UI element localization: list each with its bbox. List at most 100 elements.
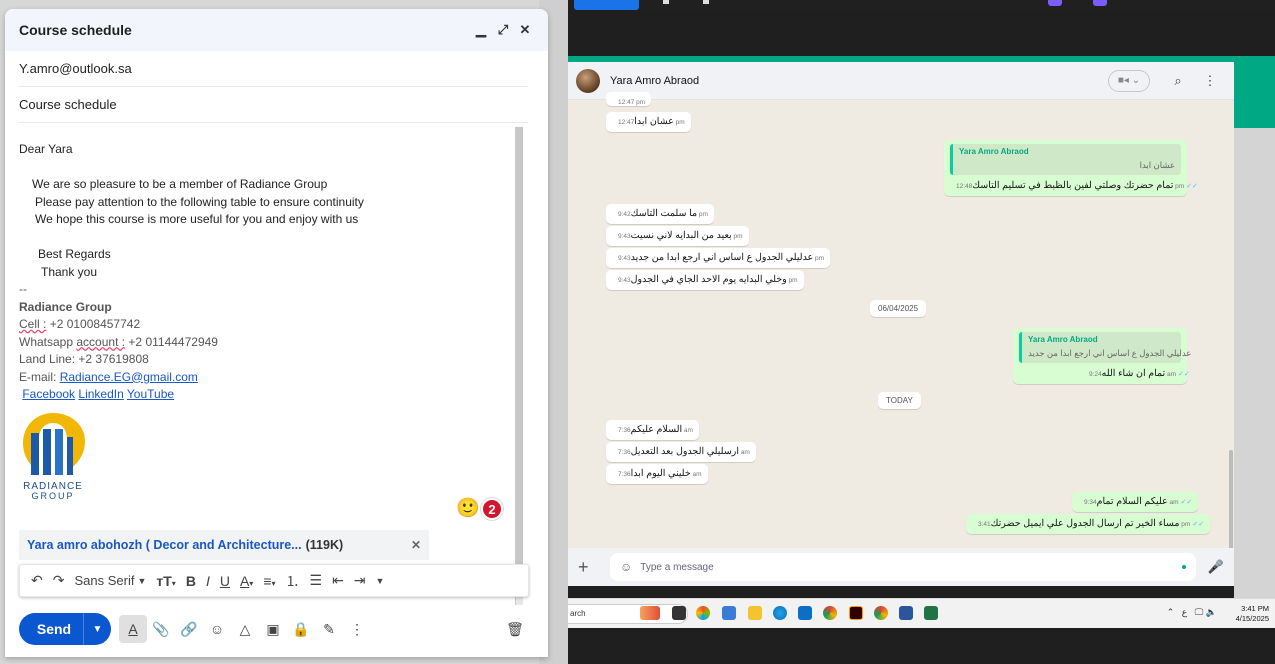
language-indicator[interactable]: ع [1182, 607, 1187, 617]
discard-draft-icon[interactable]: 🗑 [501, 615, 529, 643]
confidential-mode-icon[interactable]: 🔒 [287, 615, 315, 643]
insert-photo-icon[interactable]: ▣ [259, 615, 287, 643]
message-outgoing[interactable]: عليكم السلام تمام9:34 am ✓✓ [1072, 492, 1199, 512]
quoted-message[interactable]: Yara Amro Abraod عدليلي الجدول ع اساس ان… [1019, 332, 1191, 363]
bulleted-list-icon[interactable]: ☰ [310, 572, 323, 589]
message-text: تمام حضرتك وصلتي لفين بالظبط في تسليم ال… [972, 180, 1174, 191]
browser-top-strip [568, 0, 1275, 10]
whatsapp-window: Yara Amro Abraod ■◂ ⌄ ⌕ ⋮ 12:47 pm عشان … [568, 62, 1234, 586]
message-outgoing[interactable]: Yara Amro Abraod عشان ابدا تمام حضرتك وص… [944, 140, 1198, 196]
undo-icon[interactable]: ↶ [31, 572, 43, 589]
redo-icon[interactable]: ↷ [53, 572, 65, 589]
notepad-icon[interactable] [798, 606, 812, 620]
whatsapp-label: Whatsapp [19, 334, 74, 349]
drive-icon[interactable]: △ [231, 615, 259, 643]
to-field[interactable]: Y.amro@outlook.sa [19, 51, 528, 87]
taskbar-clock[interactable]: 3:41 PM 4/15/2025 [1236, 604, 1269, 624]
word-icon[interactable] [899, 606, 913, 620]
chat-area: 12:47 pm عشان ابدا12:47 pm Yara Amro Abr… [568, 92, 1234, 580]
subject-field[interactable]: Course schedule [19, 87, 528, 123]
body-line-2: Please pay attention to the following ta… [35, 194, 364, 209]
read-ticks-icon: ✓✓ [1178, 371, 1190, 378]
minimize-icon[interactable]: ▁ [472, 21, 490, 39]
more-options-icon[interactable]: ⋮ [343, 615, 371, 643]
align-icon[interactable]: ≡▾ [263, 573, 275, 589]
formatting-toolbar: ↶ ↷ Sans Serif ▼ тT▾ B I U A▾ ≡▾ ⒈ ☰ ⇤ ⇥… [19, 564, 529, 597]
copilot-icon[interactable] [696, 606, 710, 620]
underline-icon[interactable]: U [220, 573, 230, 589]
message-outgoing[interactable]: Yara Amro Abraod عدليلي الجدول ع اساس ان… [1013, 328, 1191, 384]
taskbar-search[interactable]: arch [568, 604, 688, 624]
message-incoming[interactable]: وخلي البدايه يوم الاحد الجاي في الجدول9:… [606, 270, 804, 290]
task-view-icon[interactable] [672, 606, 686, 620]
message-incoming[interactable]: عدليلي الجدول ع اساس اني ارجع ابدا من جد… [606, 248, 831, 268]
message-incoming[interactable]: بعيد من البدايه لاني نسيت9:43 pm [606, 226, 749, 246]
widgets-icon[interactable] [722, 606, 736, 620]
message-incoming[interactable]: ارسليلي الجدول بعد التعديل7:36 am [606, 442, 756, 462]
message-incoming[interactable]: ما سلمت التاسك9:42 pm [606, 204, 714, 224]
contact-name[interactable]: Yara Amro Abraod [610, 75, 1108, 87]
search-icon[interactable]: ⌕ [1168, 73, 1188, 89]
indent-more-icon[interactable]: ⇥ [354, 572, 366, 589]
bold-icon[interactable]: B [186, 573, 196, 589]
insert-emoji-icon[interactable]: ☺ [203, 615, 231, 643]
company-name: Radiance Group [19, 299, 112, 314]
excel-icon[interactable] [924, 606, 938, 620]
quoted-message[interactable]: Yara Amro Abraod عشان ابدا [950, 144, 1181, 175]
font-dropdown-icon[interactable]: ▼ [137, 576, 146, 586]
italic-icon[interactable]: I [206, 573, 210, 589]
font-size-icon[interactable]: тT▾ [156, 573, 175, 589]
message-partial: 12:47 pm [606, 92, 652, 106]
emoji-icon[interactable]: 🙂 [456, 499, 480, 519]
font-select[interactable]: Sans Serif [74, 573, 134, 588]
whatsapp-side-panel [1234, 128, 1275, 598]
emoji-picker-icon[interactable]: ☺ [620, 560, 632, 574]
chrome-icon-2[interactable] [874, 606, 888, 620]
text-color-icon[interactable]: A▾ [240, 573, 253, 589]
insert-link-icon[interactable]: 🔗 [175, 615, 203, 643]
email-link[interactable]: Radiance.EG@gmail.com [60, 370, 198, 384]
signature-dash: -- [19, 282, 27, 296]
chrome-icon[interactable] [823, 606, 837, 620]
message-body[interactable]: Dear Yara We are so pleasure to be a mem… [19, 141, 519, 404]
windows-taskbar: arch ⌃ ع 🖵 🔈 3:41 PM 4/15/2025 [568, 598, 1275, 628]
message-incoming[interactable]: السلام عليكم7:36 am [606, 420, 699, 440]
quote-text: عشان ابدا [1139, 160, 1175, 170]
illustrator-icon[interactable] [849, 606, 863, 620]
more-formatting-icon[interactable]: ▼ [376, 576, 385, 586]
remove-attachment-icon[interactable]: ✕ [411, 538, 421, 552]
close-icon[interactable]: ✕ [516, 21, 534, 39]
attach-file-icon[interactable]: 📎 [147, 615, 175, 643]
compose-scrollbar[interactable] [515, 127, 523, 605]
send-options-icon[interactable]: ▼ [83, 613, 111, 645]
message-time: 12:47 pm [618, 99, 646, 106]
whatsapp-value: +2 01144472949 [128, 334, 218, 349]
numbered-list-icon[interactable]: ⒈ [286, 571, 300, 591]
formatting-options-icon[interactable]: A [119, 615, 147, 643]
edge-icon[interactable] [773, 606, 787, 620]
fullscreen-icon[interactable]: ⤢ [494, 21, 512, 39]
read-ticks-icon: ✓✓ [1192, 521, 1205, 528]
avatar[interactable] [576, 68, 600, 93]
linkedin-link[interactable]: LinkedIn [78, 387, 123, 401]
message-outgoing[interactable]: مساء الخير تم ارسال الجدول علي ايميل حضر… [966, 514, 1211, 534]
message-input[interactable]: ☺ Type a message [610, 553, 1196, 581]
message-incoming[interactable]: خليني اليوم ابدا7:36 am [606, 464, 708, 484]
file-explorer-icon[interactable] [748, 606, 762, 620]
attach-icon[interactable]: + [578, 557, 600, 578]
facebook-link[interactable]: Facebook [22, 387, 75, 401]
attachment-chip[interactable]: Yara amro abohozh ( Decor and Architectu… [19, 530, 429, 560]
date-divider: 06/04/2025 [870, 300, 927, 317]
video-call-icon[interactable]: ■◂ ⌄ [1108, 69, 1150, 92]
message-incoming[interactable]: عشان ابدا12:47 pm [606, 112, 691, 132]
indent-less-icon[interactable]: ⇤ [332, 572, 344, 589]
youtube-link[interactable]: YouTube [127, 387, 174, 401]
search-highlight-icon[interactable] [640, 606, 660, 620]
system-tray[interactable]: ⌃ ع 🖵 🔈 [1167, 607, 1217, 618]
microphone-icon[interactable]: 🎤 [1208, 559, 1224, 575]
body-line-3: We hope this course is more useful for y… [35, 212, 359, 226]
signature-icon[interactable]: ✎ [315, 615, 343, 643]
menu-icon[interactable]: ⋮ [1200, 73, 1220, 89]
notification-badge: 2 [481, 498, 503, 520]
send-button[interactable]: Send ▼ [19, 613, 111, 645]
